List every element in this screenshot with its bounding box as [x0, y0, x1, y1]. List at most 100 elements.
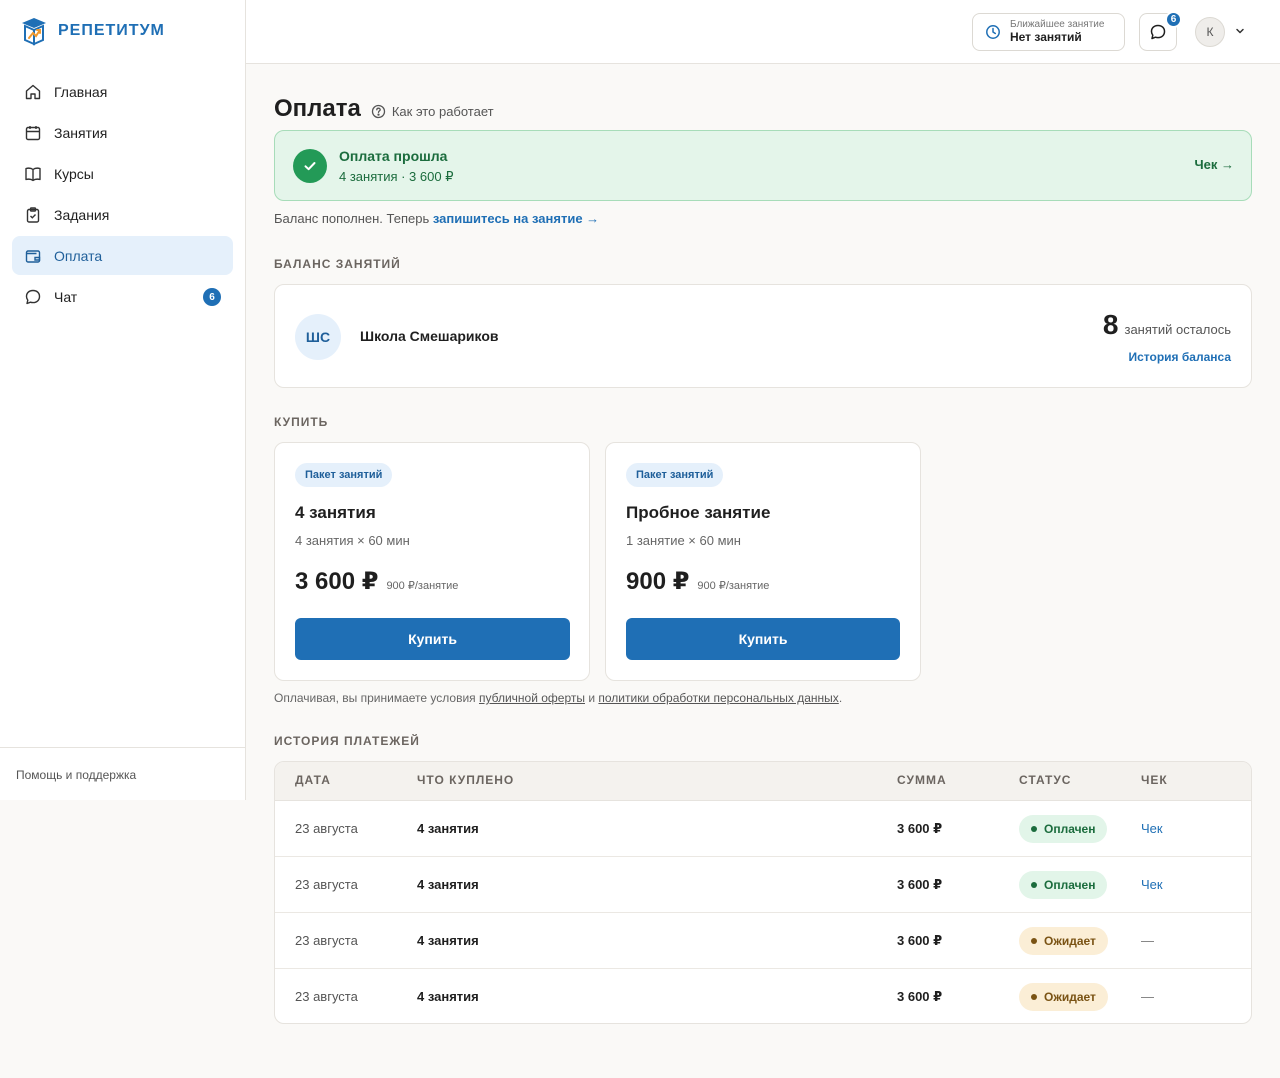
sidebar-item-home[interactable]: Главная: [12, 72, 233, 111]
check-circle-icon: [293, 149, 327, 183]
package-subtitle: 1 занятие × 60 мин: [626, 533, 741, 548]
status-label: Оплачен: [1044, 822, 1096, 836]
package-price-value: 900 ₽: [626, 568, 690, 595]
row-date: 23 августа: [295, 933, 358, 948]
next-lesson-widget[interactable]: Ближайшее занятие Нет занятий: [972, 13, 1125, 51]
status-dot: [1031, 994, 1037, 1000]
status-dot: [1031, 826, 1037, 832]
chat-icon: [1150, 24, 1166, 40]
calendar-icon: [24, 124, 42, 142]
chat-button[interactable]: 6: [1139, 11, 1182, 51]
row-sum: 3 600 ₽: [897, 933, 943, 948]
table-row: 23 августа 4 занятия 3 600 ₽ Ожидает —: [275, 913, 1251, 969]
buy-button[interactable]: Купить: [295, 618, 570, 660]
package-price-value: 3 600 ₽: [295, 568, 379, 595]
balance-section-label: БАЛАНС ЗАНЯТИЙ: [274, 257, 401, 271]
balance-note-text: Баланс пополнен. Теперь: [274, 211, 430, 226]
table-row: 23 августа 4 занятия 3 600 ₽ Ожидает —: [275, 969, 1251, 1023]
receipt-link[interactable]: Чек →: [1195, 157, 1234, 172]
package-price-per-lesson: 900 ₽/занятие: [697, 580, 770, 592]
sidebar-item-lessons[interactable]: Занятия: [12, 113, 233, 152]
receipt-link[interactable]: Чек: [1141, 877, 1163, 892]
clock-icon: [986, 25, 1000, 39]
row-date: 23 августа: [295, 989, 358, 1004]
sidebar-item-label: Занятия: [54, 124, 108, 141]
balance-history-link[interactable]: История баланса: [1128, 350, 1231, 364]
status-dot: [1031, 882, 1037, 888]
table-header: ДАТА ЧТО КУПЛЕНО СУММА СТАТУС ЧЕК: [275, 762, 1251, 801]
row-item: 4 занятия: [417, 933, 479, 948]
lessons-remaining-count: 8: [1102, 309, 1119, 340]
chat-notification-badge: 6: [1165, 11, 1182, 28]
sidebar-item-label: Главная: [54, 83, 108, 100]
receipt-link[interactable]: Чек: [1141, 821, 1163, 836]
lessons-remaining-label: занятий осталось: [1124, 322, 1231, 337]
brand-name: РЕПЕТИТУМ: [58, 22, 165, 39]
chat-unread-badge: 6: [203, 288, 221, 306]
privacy-policy-link[interactable]: политики обработки персональных данных: [598, 691, 838, 705]
page-title: Оплата: [274, 95, 361, 122]
package-card: Пакет занятий Пробное занятие 1 занятие …: [605, 442, 921, 681]
status-label: Ожидает: [1044, 934, 1096, 948]
status-badge: Ожидает: [1019, 983, 1108, 1011]
brand-logo[interactable]: РЕПЕТИТУМ: [20, 16, 165, 46]
package-price: 3 600 ₽ 900 ₽/занятие: [295, 567, 458, 596]
column-header-sum: СУММА: [897, 773, 947, 787]
book-lesson-link[interactable]: запишитесь на занятие →: [433, 211, 599, 226]
row-item: 4 занятия: [417, 821, 479, 836]
payment-history-table: ДАТА ЧТО КУПЛЕНО СУММА СТАТУС ЧЕК 23 авг…: [274, 761, 1252, 1024]
sidebar-item-chat[interactable]: Чат 6: [12, 277, 233, 316]
sidebar-item-label: Курсы: [54, 165, 94, 182]
row-sum: 3 600 ₽: [897, 821, 943, 836]
table-row: 23 августа 4 занятия 3 600 ₽ Оплачен Чек: [275, 857, 1251, 913]
balance-note: Баланс пополнен. Теперь запишитесь на за…: [274, 211, 599, 226]
public-offer-link[interactable]: публичной оферты: [479, 691, 585, 705]
column-header-status: СТАТУС: [1019, 773, 1072, 787]
sidebar-item-label: Задания: [54, 206, 110, 223]
package-card: Пакет занятий 4 занятия 4 занятия × 60 м…: [274, 442, 590, 681]
buy-section-label: КУПИТЬ: [274, 415, 329, 429]
package-subtitle: 4 занятия × 60 мин: [295, 533, 410, 548]
package-price-per-lesson: 900 ₽/занятие: [386, 580, 459, 592]
success-title: Оплата прошла: [339, 148, 448, 164]
row-item: 4 занятия: [417, 877, 479, 892]
chat-icon: [24, 288, 42, 306]
wallet-icon: [24, 247, 42, 265]
column-header-date: ДАТА: [295, 773, 331, 787]
status-dot: [1031, 938, 1037, 944]
package-tag: Пакет занятий: [295, 463, 393, 487]
status-label: Оплачен: [1044, 878, 1096, 892]
help-support-link[interactable]: Помощь и поддержка: [0, 747, 245, 800]
sidebar-nav: Главная Занятия Курсы Задания Оплата Чат…: [12, 72, 233, 318]
status-badge: Оплачен: [1019, 871, 1108, 899]
sidebar-item-label: Оплата: [54, 247, 103, 264]
row-item: 4 занятия: [417, 989, 479, 1004]
history-section-label: ИСТОРИЯ ПЛАТЕЖЕЙ: [274, 734, 420, 748]
package-price: 900 ₽ 900 ₽/занятие: [626, 567, 769, 596]
package-title: Пробное занятие: [626, 503, 771, 522]
column-header-item: ЧТО КУПЛЕНО: [417, 773, 515, 787]
sidebar-item-tasks[interactable]: Задания: [12, 195, 233, 234]
table-row: 23 августа 4 занятия 3 600 ₽ Оплачен Чек: [275, 801, 1251, 857]
chevron-down-icon[interactable]: [1234, 25, 1246, 37]
terms-prefix: Оплачивая, вы принимаете условия: [274, 691, 476, 705]
how-it-works-link[interactable]: Как это работает: [371, 104, 494, 119]
buy-button[interactable]: Купить: [626, 618, 900, 660]
status-label: Ожидает: [1044, 990, 1096, 1004]
status-badge: Ожидает: [1019, 927, 1108, 955]
package-tag: Пакет занятий: [626, 463, 724, 487]
sidebar-item-label: Чат: [54, 288, 78, 305]
row-sum: 3 600 ₽: [897, 877, 943, 892]
school-name: Школа Смешариков: [360, 328, 499, 344]
sidebar-item-courses[interactable]: Курсы: [12, 154, 233, 193]
sidebar: РЕПЕТИТУМ Главная Занятия Курсы Задания: [0, 0, 246, 800]
user-avatar[interactable]: К: [1195, 17, 1225, 47]
row-date: 23 августа: [295, 821, 358, 836]
terms-note: Оплачивая, вы принимаете условия публичн…: [274, 691, 842, 705]
topbar: Ближайшее занятие Нет занятий 6 К: [246, 0, 1280, 64]
help-circle-icon: [371, 104, 386, 118]
page-header: Оплата Как это работает: [274, 95, 494, 123]
next-lesson-value: Нет занятий: [1010, 29, 1082, 44]
sidebar-item-payment[interactable]: Оплата: [12, 236, 233, 275]
payment-success-banner: Оплата прошла 4 занятия · 3 600 ₽ Чек →: [274, 130, 1252, 201]
